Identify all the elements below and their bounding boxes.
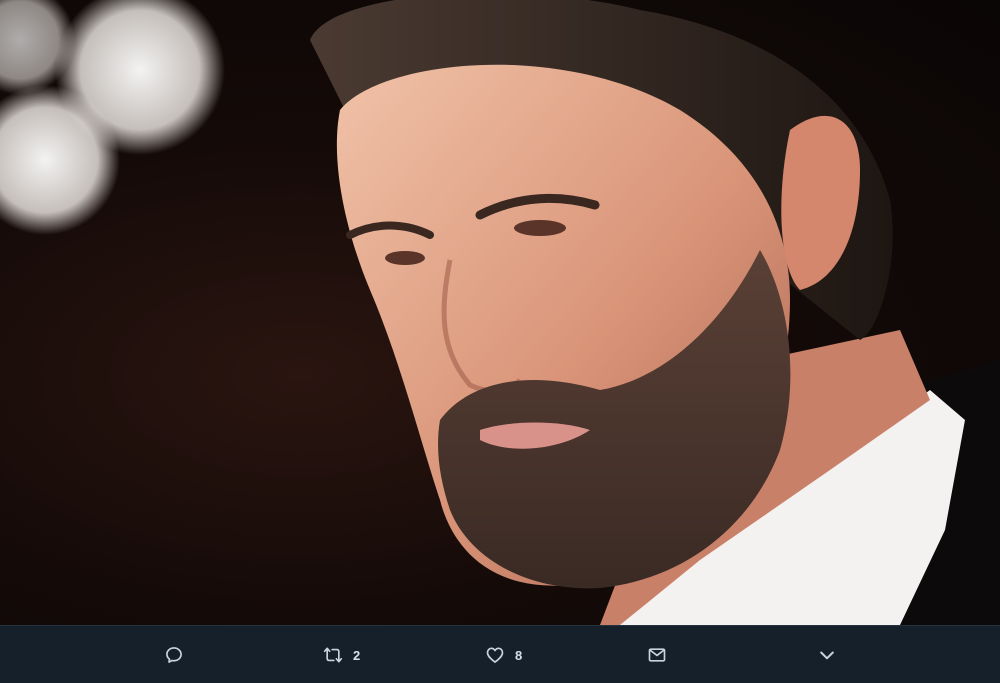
- reply-icon: [166, 647, 182, 663]
- chevron-down-icon: [820, 651, 834, 660]
- retweet-count: 2: [353, 647, 361, 663]
- envelope-icon: [648, 648, 666, 662]
- tweet-media-view: 2 8: [0, 0, 1000, 683]
- reply-button[interactable]: [164, 626, 184, 683]
- retweet-button[interactable]: 2: [323, 626, 360, 683]
- eye: [385, 251, 425, 265]
- like-button[interactable]: 8: [485, 626, 522, 683]
- like-count: 8: [515, 647, 523, 663]
- tweet-action-bar: 2 8: [0, 625, 1000, 683]
- eye: [514, 220, 566, 236]
- tweet-photo[interactable]: [0, 0, 1000, 625]
- retweet-icon: [323, 647, 343, 663]
- more-options-button[interactable]: [817, 626, 837, 683]
- portrait-image: [0, 0, 1000, 625]
- heart-icon: [486, 647, 504, 663]
- direct-message-button[interactable]: [647, 626, 667, 683]
